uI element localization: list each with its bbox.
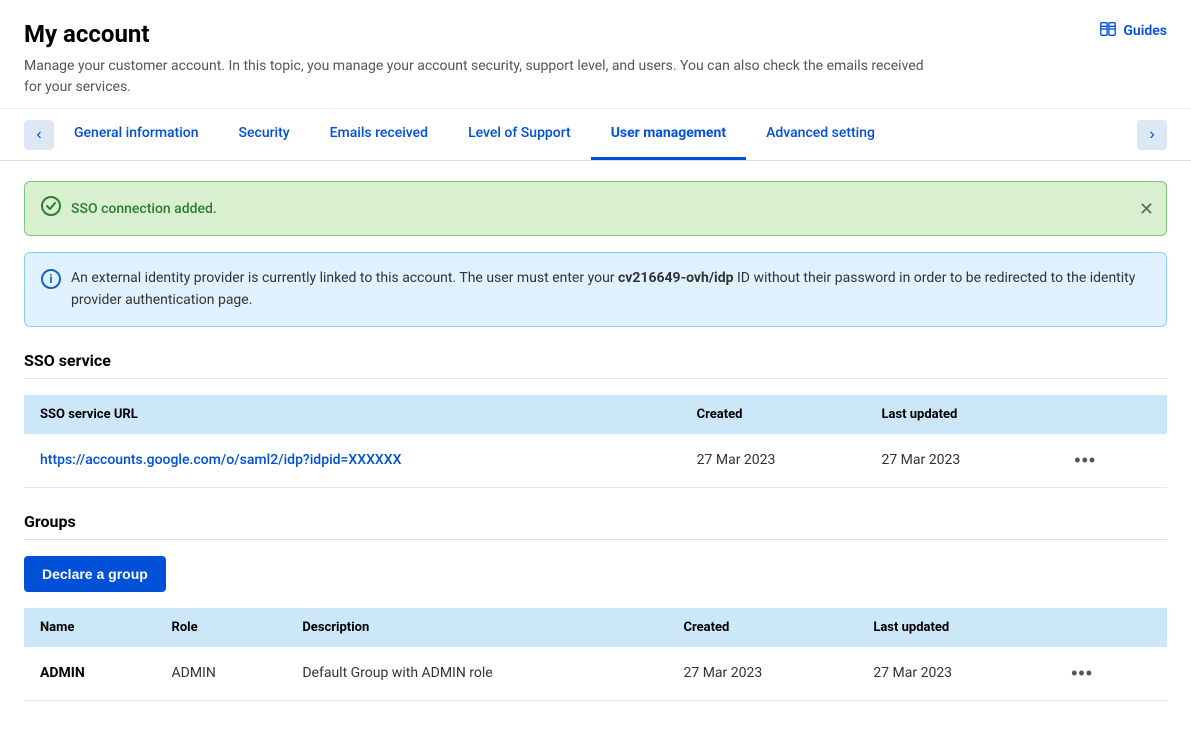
group-name-cell: ADMIN xyxy=(24,647,156,701)
sso-col-created: Created xyxy=(681,395,866,434)
info-icon: i xyxy=(41,269,61,289)
sso-divider xyxy=(24,378,1167,379)
group-desc-cell: Default Group with ADMIN role xyxy=(286,647,667,701)
sso-section-title: SSO service xyxy=(24,351,1167,370)
success-banner: SSO connection added. ✕ xyxy=(24,181,1167,236)
groups-col-created: Created xyxy=(668,608,858,647)
tab-general[interactable]: General information xyxy=(54,109,219,160)
groups-col-desc: Description xyxy=(286,608,667,647)
sso-created-cell: 27 Mar 2023 xyxy=(681,434,866,488)
tab-next-button[interactable]: › xyxy=(1137,120,1167,150)
close-banner-button[interactable]: ✕ xyxy=(1139,200,1154,218)
sso-url-cell: https://accounts.google.com/o/saml2/idp?… xyxy=(24,434,681,488)
table-row: ADMIN ADMIN Default Group with ADMIN rol… xyxy=(24,647,1167,701)
sso-table: SSO service URL Created Last updated htt… xyxy=(24,395,1167,488)
success-message: SSO connection added. xyxy=(71,201,217,217)
sso-url-link[interactable]: https://accounts.google.com/o/saml2/idp?… xyxy=(40,452,401,468)
page-description: Manage your customer account. In this to… xyxy=(24,56,924,98)
sso-updated-cell: 27 Mar 2023 xyxy=(865,434,1050,488)
sso-table-header-row: SSO service URL Created Last updated xyxy=(24,395,1167,434)
group-actions-cell: ••• xyxy=(1047,647,1167,701)
groups-table-header-row: Name Role Description Created Last updat… xyxy=(24,608,1167,647)
tabs-list: General information Security Emails rece… xyxy=(54,109,1137,160)
groups-section-title: Groups xyxy=(24,512,1167,531)
guides-label: Guides xyxy=(1123,23,1167,39)
tab-security[interactable]: Security xyxy=(219,109,310,160)
declare-group-button[interactable]: Declare a group xyxy=(24,556,166,592)
page-container: My account Manage your customer account.… xyxy=(0,0,1191,745)
group-role-cell: ADMIN xyxy=(156,647,287,701)
content-area: SSO connection added. ✕ i An external id… xyxy=(0,161,1191,745)
tab-prev-button[interactable]: ‹ xyxy=(24,120,54,150)
tabs-bar: ‹ General information Security Emails re… xyxy=(0,109,1191,161)
group-more-button[interactable]: ••• xyxy=(1063,659,1101,688)
group-created-cell: 27 Mar 2023 xyxy=(668,647,858,701)
sso-more-button[interactable]: ••• xyxy=(1066,446,1104,475)
tab-advanced[interactable]: Advanced setting xyxy=(746,109,895,160)
sso-section: SSO service SSO service URL Created Last… xyxy=(24,351,1167,488)
groups-divider xyxy=(24,539,1167,540)
sso-col-actions xyxy=(1050,395,1167,434)
sso-col-updated: Last updated xyxy=(865,395,1050,434)
guides-icon xyxy=(1099,20,1117,42)
success-icon xyxy=(41,196,61,221)
groups-table: Name Role Description Created Last updat… xyxy=(24,608,1167,701)
tab-users[interactable]: User management xyxy=(591,109,746,160)
tab-emails[interactable]: Emails received xyxy=(310,109,448,160)
page-title: My account xyxy=(24,20,1167,48)
groups-col-updated: Last updated xyxy=(857,608,1047,647)
groups-col-actions xyxy=(1047,608,1167,647)
tab-support[interactable]: Level of Support xyxy=(448,109,591,160)
sso-actions-cell: ••• xyxy=(1050,434,1167,488)
guides-link[interactable]: Guides xyxy=(1099,20,1167,42)
info-text: An external identity provider is current… xyxy=(71,267,1150,312)
table-row: https://accounts.google.com/o/saml2/idp?… xyxy=(24,434,1167,488)
groups-section: Groups Declare a group Name Role Descrip… xyxy=(24,512,1167,701)
group-updated-cell: 27 Mar 2023 xyxy=(857,647,1047,701)
groups-col-name: Name xyxy=(24,608,156,647)
page-header: My account Manage your customer account.… xyxy=(0,0,1191,109)
sso-col-url: SSO service URL xyxy=(24,395,681,434)
groups-col-role: Role xyxy=(156,608,287,647)
info-banner: i An external identity provider is curre… xyxy=(24,252,1167,327)
